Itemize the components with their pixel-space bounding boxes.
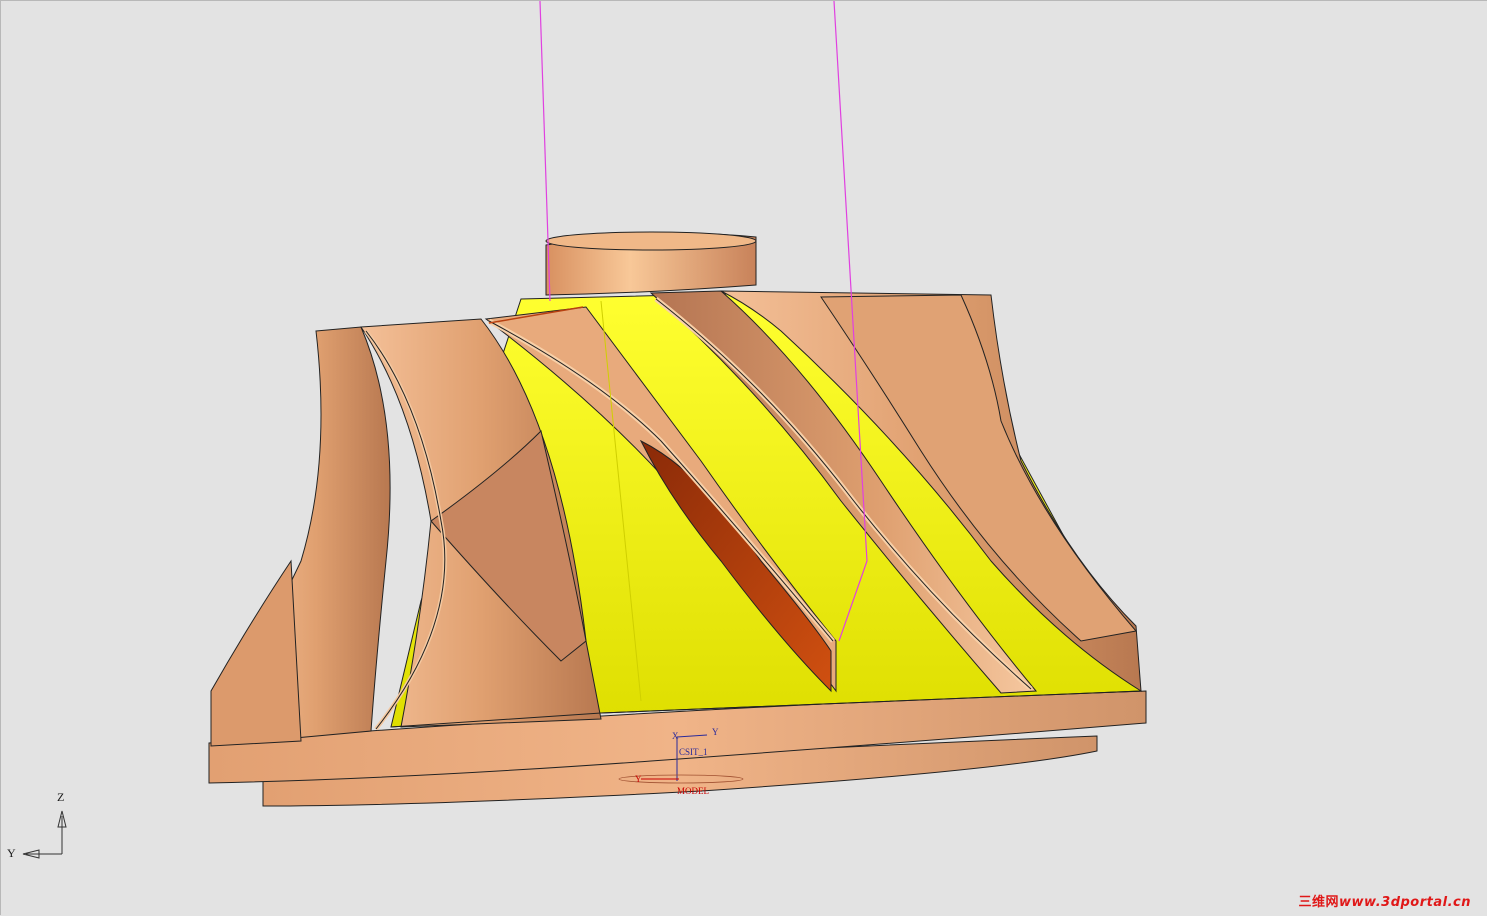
graphics-viewport[interactable]: Y X CSIT_1 Y MODEL Z Y 三维网www.3dportal.c… [0, 0, 1487, 915]
triad-y-label: Y [7, 846, 16, 860]
impeller-model[interactable] [208, 231, 1147, 807]
watermark-brand: 三维网 [1298, 895, 1340, 910]
blade-left-edge [210, 559, 302, 747]
view-triad: Z Y [7, 790, 67, 860]
csys-name-label: CSIT_1 [679, 747, 708, 757]
model-axis-y-label: Y [635, 774, 642, 784]
csys-axis-y-label: Y [712, 727, 719, 737]
triad-z-label: Z [57, 790, 64, 804]
hub-boss-top [545, 231, 757, 251]
toolpath-line-left [539, 1, 551, 302]
watermark: 三维网www.3dportal.cn [1299, 891, 1472, 910]
model-label: MODEL [677, 786, 709, 796]
csys-axis-x-label: X [672, 731, 679, 741]
watermark-url: www.3dportal.cn [1339, 895, 1471, 910]
